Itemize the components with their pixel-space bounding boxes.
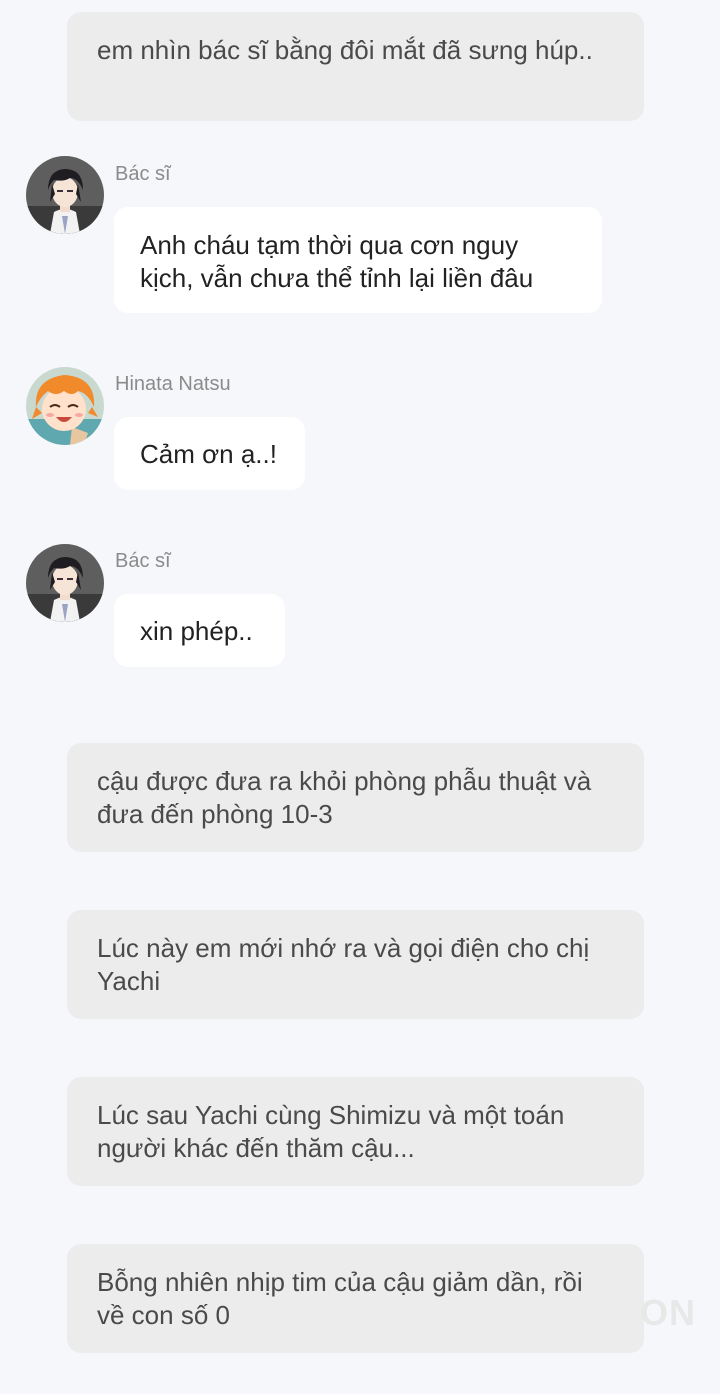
narration-text: em nhìn bác sĩ bằng đôi mắt đã sưng húp.… [97,35,593,65]
narration-bubble: cậu được đưa ra khỏi phòng phẫu thuật và… [67,743,644,852]
natsu-avatar[interactable] [26,367,104,445]
message-bubble: Anh cháu tạm thời qua cơn nguy kịch, vẫn… [114,207,602,313]
sender-name: Bác sĩ [115,163,171,185]
narration-bubble: Lúc sau Yachi cùng Shimizu và một toán n… [67,1077,644,1186]
message-bubble: xin phép.. [114,594,285,667]
message-text: Cảm ơn ạ..! [140,439,277,469]
message-text: Anh cháu tạm thời qua cơn nguy kịch, vẫn… [140,230,534,293]
narration-text: Bỗng nhiên nhịp tim của cậu giảm dần, rồ… [97,1267,583,1330]
doctor-avatar[interactable] [26,544,104,622]
sender-name: Hinata Natsu [115,373,231,395]
narration-bubble: Bỗng nhiên nhịp tim của cậu giảm dần, rồ… [67,1244,644,1353]
message-text: xin phép.. [140,616,253,646]
narration-bubble: em nhìn bác sĩ bằng đôi mắt đã sưng húp.… [67,12,644,121]
narration-text: Lúc sau Yachi cùng Shimizu và một toán n… [97,1100,565,1163]
doctor-avatar-image [26,544,104,622]
doctor-avatar[interactable] [26,156,104,234]
narration-text: cậu được đưa ra khỏi phòng phẫu thuật và… [97,766,592,829]
natsu-avatar-image [26,367,104,445]
sender-name: Bác sĩ [115,550,171,572]
narration-text: Lúc này em mới nhớ ra và gọi điện cho ch… [97,933,590,996]
message-bubble: Cảm ơn ạ..! [114,417,305,490]
narration-bubble: Lúc này em mới nhớ ra và gọi điện cho ch… [67,910,644,1019]
watermark: ON [640,1292,696,1333]
doctor-avatar-image [26,156,104,234]
